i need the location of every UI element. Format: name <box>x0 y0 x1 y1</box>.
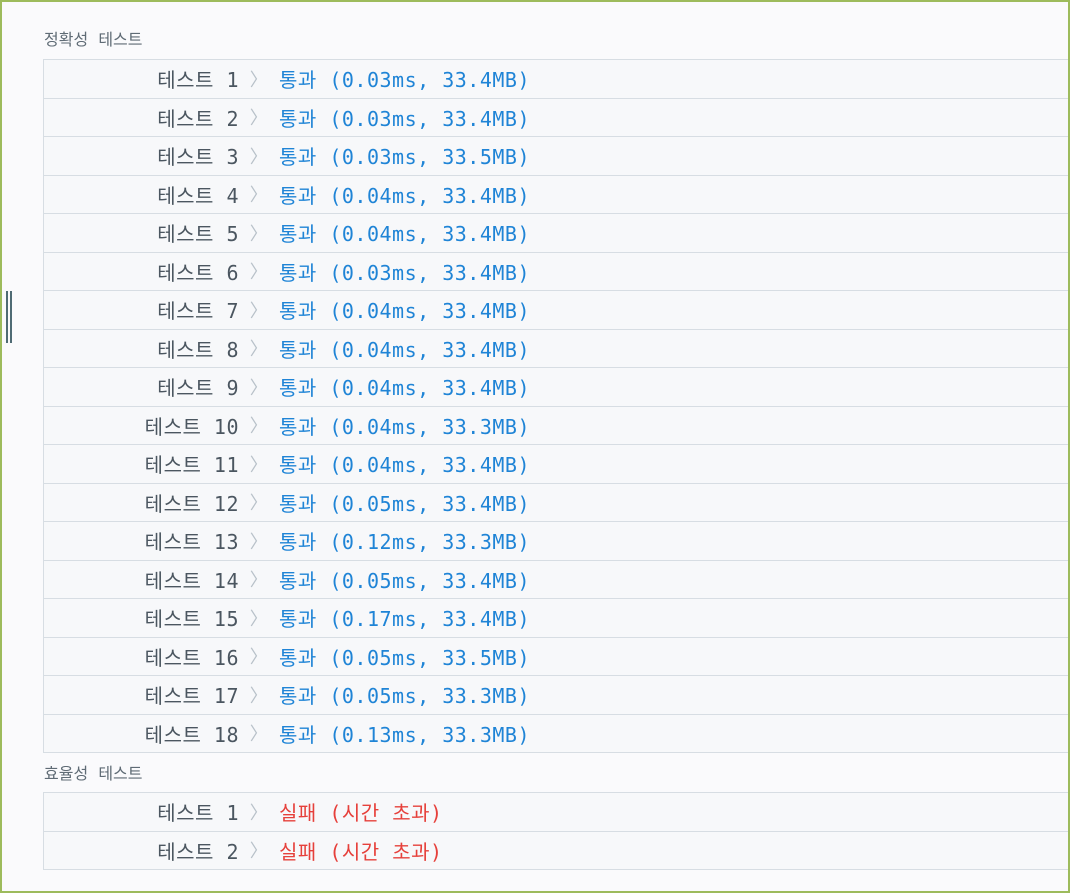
chevron-right-icon: 〉 <box>249 69 269 91</box>
chevron-right-icon: 〉 <box>249 531 269 553</box>
chevron-right-icon: 〉 <box>249 416 269 438</box>
test-name: 테스트 10 <box>144 414 239 439</box>
test-result: 통과 (0.03ms, 33.4MB) <box>279 106 530 131</box>
test-result: 통과 (0.04ms, 33.3MB) <box>279 414 530 439</box>
result-row: 테스트 6 〉 통과 (0.03ms, 33.4MB) <box>44 253 1068 291</box>
chevron-right-icon: 〉 <box>249 647 269 669</box>
result-row: 테스트 2 〉 통과 (0.03ms, 33.4MB) <box>44 99 1068 137</box>
result-row: 테스트 10 〉 통과 (0.04ms, 33.3MB) <box>44 407 1068 445</box>
resize-handle[interactable] <box>6 291 12 343</box>
result-row: 테스트 14 〉 통과 (0.05ms, 33.4MB) <box>44 561 1068 599</box>
test-name: 테스트 15 <box>144 607 239 632</box>
result-row: 테스트 13 〉 통과 (0.12ms, 33.3MB) <box>44 522 1068 561</box>
chevron-right-icon: 〉 <box>249 802 269 824</box>
result-row: 테스트 9 〉 통과 (0.04ms, 33.4MB) <box>44 368 1068 407</box>
chevron-right-icon: 〉 <box>249 493 269 515</box>
test-result: 실패 (시간 초과) <box>279 839 443 864</box>
result-row: 테스트 1 〉 실패 (시간 초과) <box>44 793 1068 832</box>
test-result: 통과 (0.04ms, 33.4MB) <box>279 299 530 324</box>
result-row: 테스트 11 〉 통과 (0.04ms, 33.4MB) <box>44 445 1068 484</box>
test-result: 통과 (0.13ms, 33.3MB) <box>279 722 530 747</box>
test-name: 테스트 1 <box>157 68 239 93</box>
test-name: 테스트 18 <box>144 722 239 747</box>
test-result: 통과 (0.12ms, 33.3MB) <box>279 530 530 555</box>
test-name: 테스트 11 <box>144 453 239 478</box>
test-result: 통과 (0.03ms, 33.4MB) <box>279 260 530 285</box>
test-name: 테스트 2 <box>157 106 239 131</box>
accuracy-results-table: 테스트 1 〉 통과 (0.03ms, 33.4MB) 테스트 2 〉 통과 (0.03m… <box>43 59 1068 753</box>
chevron-right-icon: 〉 <box>249 108 269 130</box>
test-name: 테스트 4 <box>157 183 239 208</box>
result-row: 테스트 1 〉 통과 (0.03ms, 33.4MB) <box>44 60 1068 99</box>
test-name: 테스트 17 <box>144 684 239 709</box>
test-name: 테스트 6 <box>157 260 239 285</box>
test-result: 통과 (0.05ms, 33.4MB) <box>279 491 530 516</box>
chevron-right-icon: 〉 <box>249 300 269 322</box>
result-row: 테스트 18 〉 통과 (0.13ms, 33.3MB) <box>44 715 1068 753</box>
test-result: 통과 (0.05ms, 33.3MB) <box>279 684 530 709</box>
section-title-accuracy: 정확성 테스트 <box>44 30 143 49</box>
chevron-right-icon: 〉 <box>249 454 269 476</box>
test-name: 테스트 7 <box>157 299 239 324</box>
test-result: 통과 (0.04ms, 33.4MB) <box>279 337 530 362</box>
test-name: 테스트 1 <box>157 801 239 826</box>
result-row: 테스트 16 〉 통과 (0.05ms, 33.5MB) <box>44 638 1068 676</box>
chevron-right-icon: 〉 <box>249 570 269 592</box>
chevron-right-icon: 〉 <box>249 339 269 361</box>
test-result: 통과 (0.04ms, 33.4MB) <box>279 453 530 478</box>
chevron-right-icon: 〉 <box>249 146 269 168</box>
result-row: 테스트 5 〉 통과 (0.04ms, 33.4MB) <box>44 214 1068 253</box>
result-row: 테스트 2 〉 실패 (시간 초과) <box>44 832 1068 870</box>
test-name: 테스트 14 <box>144 568 239 593</box>
test-name: 테스트 13 <box>144 530 239 555</box>
test-result: 통과 (0.05ms, 33.4MB) <box>279 568 530 593</box>
test-result: 실패 (시간 초과) <box>279 801 443 826</box>
efficiency-results-table: 테스트 1 〉 실패 (시간 초과) 테스트 2 〉 실패 (시간 초과) <box>43 792 1068 870</box>
chevron-right-icon: 〉 <box>249 841 269 863</box>
result-row: 테스트 15 〉 통과 (0.17ms, 33.4MB) <box>44 599 1068 638</box>
result-row: 테스트 8 〉 통과 (0.04ms, 33.4MB) <box>44 330 1068 368</box>
chevron-right-icon: 〉 <box>249 377 269 399</box>
test-result: 통과 (0.03ms, 33.4MB) <box>279 68 530 93</box>
test-result: 통과 (0.03ms, 33.5MB) <box>279 145 530 170</box>
result-row: 테스트 17 〉 통과 (0.05ms, 33.3MB) <box>44 676 1068 715</box>
test-name: 테스트 5 <box>157 222 239 247</box>
result-row: 테스트 12 〉 통과 (0.05ms, 33.4MB) <box>44 484 1068 522</box>
chevron-right-icon: 〉 <box>249 185 269 207</box>
chevron-right-icon: 〉 <box>249 262 269 284</box>
chevron-right-icon: 〉 <box>249 685 269 707</box>
section-title-efficiency: 효율성 테스트 <box>44 764 143 783</box>
test-name: 테스트 16 <box>144 645 239 670</box>
test-result: 통과 (0.04ms, 33.4MB) <box>279 376 530 401</box>
test-result: 통과 (0.17ms, 33.4MB) <box>279 607 530 632</box>
result-panel: 정확성 테스트 테스트 1 〉 통과 (0.03ms, 33.4MB) 테스트 2 〉 통… <box>0 0 1070 893</box>
test-name: 테스트 9 <box>157 376 239 401</box>
result-row: 테스트 7 〉 통과 (0.04ms, 33.4MB) <box>44 291 1068 330</box>
test-result: 통과 (0.05ms, 33.5MB) <box>279 645 530 670</box>
test-result: 통과 (0.04ms, 33.4MB) <box>279 183 530 208</box>
result-row: 테스트 3 〉 통과 (0.03ms, 33.5MB) <box>44 137 1068 176</box>
test-name: 테스트 3 <box>157 145 239 170</box>
test-result: 통과 (0.04ms, 33.4MB) <box>279 222 530 247</box>
chevron-right-icon: 〉 <box>249 724 269 746</box>
chevron-right-icon: 〉 <box>249 608 269 630</box>
test-name: 테스트 2 <box>157 839 239 864</box>
test-name: 테스트 8 <box>157 337 239 362</box>
chevron-right-icon: 〉 <box>249 223 269 245</box>
result-row: 테스트 4 〉 통과 (0.04ms, 33.4MB) <box>44 176 1068 214</box>
test-name: 테스트 12 <box>144 491 239 516</box>
